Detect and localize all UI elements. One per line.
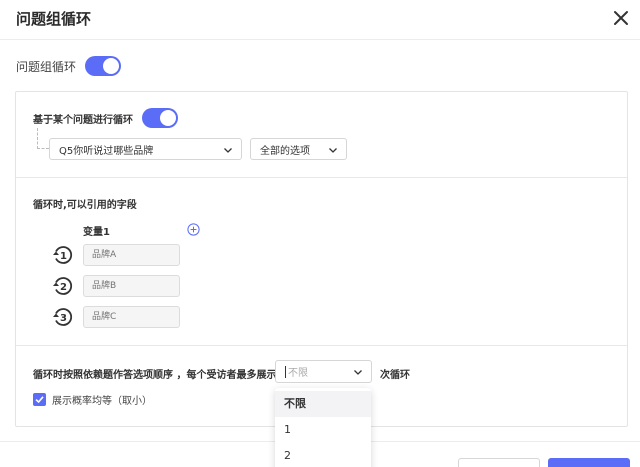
loop-limit-label: 循环时按照依赖题作答选项顺序 ，每个受访者最多展示: [33, 370, 277, 381]
dropdown-option[interactable]: 不限: [275, 391, 371, 417]
loop-number-icon: 1: [53, 246, 73, 264]
group-loop-label: 问题组循环: [16, 59, 77, 74]
variable-input[interactable]: [83, 275, 180, 297]
loop-number-icon: 2: [53, 277, 73, 295]
header-divider: [0, 39, 640, 40]
text-caret: [285, 365, 286, 378]
loop-limit-dropdown: 不限 1 2: [275, 388, 371, 467]
loop-number: 1: [60, 251, 67, 262]
group-loop-toggle[interactable]: [85, 56, 122, 76]
variable-input[interactable]: [83, 244, 180, 266]
loop-by-question-toggle[interactable]: [142, 108, 178, 128]
equal-probability-label: 展示概率均等（取小）: [52, 396, 152, 407]
variable-column-header: 变量1: [83, 227, 110, 238]
cancel-button[interactable]: [458, 458, 540, 467]
dropdown-option[interactable]: 1: [275, 417, 371, 443]
loop-settings-panel: 基于某个问题进行循环 Q5你听说过哪些品牌 全部的选项 循环时,可以引用的字段 …: [15, 91, 628, 427]
option-select-value: 全部的选项: [260, 145, 310, 157]
tree-connector: [37, 128, 49, 149]
check-icon: [35, 396, 44, 404]
option-select[interactable]: 全部的选项: [250, 138, 347, 160]
confirm-button[interactable]: [548, 458, 630, 467]
question-select[interactable]: Q5你听说过哪些品牌: [49, 138, 242, 160]
group-loop-row: 问题组循环: [16, 56, 122, 76]
equal-probability-row[interactable]: 展示概率均等（取小）: [33, 392, 152, 407]
chevron-down-icon: [329, 148, 337, 153]
loop-number: 3: [60, 313, 67, 324]
plus-circle-icon[interactable]: [187, 223, 200, 236]
loop-number: 2: [60, 282, 67, 293]
question-select-value: Q5你听说过哪些品牌: [59, 145, 154, 157]
loop-limit-suffix: 次循环: [380, 370, 410, 381]
close-icon[interactable]: [612, 9, 630, 27]
loop-by-question-label: 基于某个问题进行循环: [33, 114, 133, 126]
section-divider: [16, 345, 627, 346]
loop-by-question-row: 基于某个问题进行循环: [33, 108, 178, 128]
loop-limit-select[interactable]: 不限: [275, 360, 372, 383]
chevron-down-icon: [354, 370, 362, 375]
equal-probability-checkbox[interactable]: [33, 393, 46, 406]
loop-limit-value: 不限: [288, 368, 308, 379]
dropdown-option[interactable]: 2: [275, 443, 371, 467]
loop-number-icon: 3: [53, 308, 73, 326]
variable-input[interactable]: [83, 306, 180, 328]
chevron-down-icon: [224, 148, 232, 153]
fields-label: 循环时,可以引用的字段: [33, 200, 137, 211]
section-divider: [16, 177, 627, 178]
dialog-title: 问题组循环: [16, 10, 92, 28]
